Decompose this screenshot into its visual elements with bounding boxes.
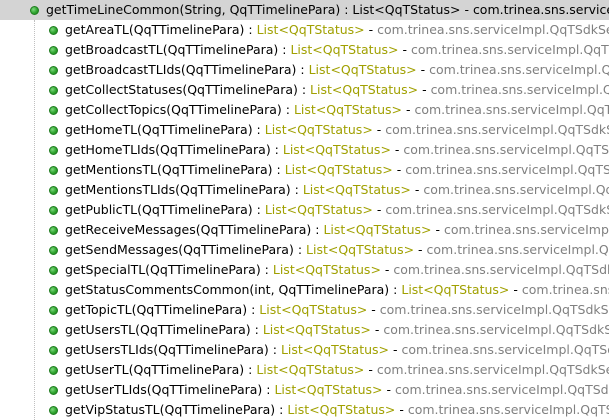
tree-item-method[interactable]: getPublicTL(QqTTimelinePara) : List<QqTS… bbox=[0, 200, 609, 220]
public-method-icon bbox=[49, 386, 58, 395]
tree-item-label: getBroadcastTL(QqTTimelinePara) : List<Q… bbox=[65, 42, 609, 57]
public-method-icon bbox=[49, 406, 58, 415]
tree-item-method[interactable]: getHomeTL(QqTTimelinePara) : List<QqTSta… bbox=[0, 120, 609, 140]
tree-item-method[interactable]: getUsersTL(QqTTimelinePara) : List<QqTSt… bbox=[0, 320, 609, 340]
tree-item-label: getHomeTLIds(QqTTimelinePara) : List<QqT… bbox=[65, 142, 609, 157]
tree-item-label: getUsersTLIds(QqTTimelinePara) : List<Qq… bbox=[65, 342, 609, 357]
tree-item-label: getUsersTL(QqTTimelinePara) : List<QqTSt… bbox=[65, 322, 609, 337]
tree-item-label: getUserTLIds(QqTTimelinePara) : List<QqT… bbox=[65, 382, 609, 397]
tree-item-method[interactable]: getAreaTL(QqTTimelinePara) : List<QqTSta… bbox=[0, 20, 609, 40]
tree-item-method[interactable]: getMentionsTLIds(QqTTimelinePara) : List… bbox=[0, 180, 609, 200]
tree-item-method[interactable]: getVipStatusTL(QqTTimelinePara) : List<Q… bbox=[0, 400, 609, 420]
tree-item-label: getAreaTL(QqTTimelinePara) : List<QqTSta… bbox=[65, 22, 609, 37]
public-method-icon bbox=[49, 106, 58, 115]
tree-item-label: getSendMessages(QqTTimelinePara) : List<… bbox=[65, 242, 609, 257]
tree-item-method[interactable]: getBroadcastTLIds(QqTTimelinePara) : Lis… bbox=[0, 60, 609, 80]
tree-item-label: getMentionsTLIds(QqTTimelinePara) : List… bbox=[65, 182, 609, 197]
public-method-icon bbox=[49, 66, 58, 75]
tree-item-parent-method[interactable]: getTimeLineCommon(String, QqTTimelinePar… bbox=[0, 0, 609, 20]
tree-item-method[interactable]: getUserTL(QqTTimelinePara) : List<QqTSta… bbox=[0, 360, 609, 380]
tree-item-method[interactable]: getCollectTopics(QqTTimelinePara) : List… bbox=[0, 100, 609, 120]
public-method-icon bbox=[49, 246, 58, 255]
public-method-icon bbox=[49, 86, 58, 95]
tree-item-label: getTimeLineCommon(String, QqTTimelinePar… bbox=[46, 2, 609, 17]
public-method-icon bbox=[30, 6, 39, 15]
tree-item-label: getHomeTL(QqTTimelinePara) : List<QqTSta… bbox=[65, 122, 609, 137]
tree-item-method[interactable]: getBroadcastTL(QqTTimelinePara) : List<Q… bbox=[0, 40, 609, 60]
tree-item-label: getTopicTL(QqTTimelinePara) : List<QqTSt… bbox=[65, 302, 609, 317]
tree-item-label: getReceiveMessages(QqTTimelinePara) : Li… bbox=[65, 222, 609, 237]
public-method-icon bbox=[49, 186, 58, 195]
tree-item-label: getStatusCommentsCommon(int, QqTTimeline… bbox=[65, 282, 609, 297]
tree-item-label: getPublicTL(QqTTimelinePara) : List<QqTS… bbox=[65, 202, 609, 217]
tree-item-method[interactable]: getStatusCommentsCommon(int, QqTTimeline… bbox=[0, 280, 609, 300]
tree-children: getAreaTL(QqTTimelinePara) : List<QqTSta… bbox=[0, 20, 609, 420]
tree-item-label: getVipStatusTL(QqTTimelinePara) : List<Q… bbox=[65, 402, 609, 417]
tree-item-method[interactable]: getMentionsTL(QqTTimelinePara) : List<Qq… bbox=[0, 160, 609, 180]
public-method-icon bbox=[49, 286, 58, 295]
tree-item-label: getSpecialTL(QqTTimelinePara) : List<QqT… bbox=[65, 262, 609, 277]
tree-item-method[interactable]: getReceiveMessages(QqTTimelinePara) : Li… bbox=[0, 220, 609, 240]
tree-item-method[interactable]: getUsersTLIds(QqTTimelinePara) : List<Qq… bbox=[0, 340, 609, 360]
public-method-icon bbox=[49, 126, 58, 135]
public-method-icon bbox=[49, 26, 58, 35]
tree-item-label: getUserTL(QqTTimelinePara) : List<QqTSta… bbox=[65, 362, 609, 377]
public-method-icon bbox=[49, 206, 58, 215]
tree-item-method[interactable]: getTopicTL(QqTTimelinePara) : List<QqTSt… bbox=[0, 300, 609, 320]
tree-item-method[interactable]: getSpecialTL(QqTTimelinePara) : List<QqT… bbox=[0, 260, 609, 280]
public-method-icon bbox=[49, 46, 58, 55]
tree-item-method[interactable]: getCollectStatuses(QqTTimelinePara) : Li… bbox=[0, 80, 609, 100]
tree-item-method[interactable]: getUserTLIds(QqTTimelinePara) : List<QqT… bbox=[0, 380, 609, 400]
tree-item-label: getBroadcastTLIds(QqTTimelinePara) : Lis… bbox=[65, 62, 609, 77]
tree-item-label: getCollectStatuses(QqTTimelinePara) : Li… bbox=[65, 82, 609, 97]
tree-item-label: getMentionsTL(QqTTimelinePara) : List<Qq… bbox=[65, 162, 609, 177]
public-method-icon bbox=[49, 326, 58, 335]
public-method-icon bbox=[49, 166, 58, 175]
tree-item-method[interactable]: getHomeTLIds(QqTTimelinePara) : List<QqT… bbox=[0, 140, 609, 160]
public-method-icon bbox=[49, 346, 58, 355]
tree-item-label: getCollectTopics(QqTTimelinePara) : List… bbox=[65, 102, 609, 117]
tree-item-method[interactable]: getSendMessages(QqTTimelinePara) : List<… bbox=[0, 240, 609, 260]
public-method-icon bbox=[49, 366, 58, 375]
public-method-icon bbox=[49, 146, 58, 155]
call-hierarchy-tree: getTimeLineCommon(String, QqTTimelinePar… bbox=[0, 0, 609, 420]
public-method-icon bbox=[49, 226, 58, 235]
public-method-icon bbox=[49, 306, 58, 315]
public-method-icon bbox=[49, 266, 58, 275]
